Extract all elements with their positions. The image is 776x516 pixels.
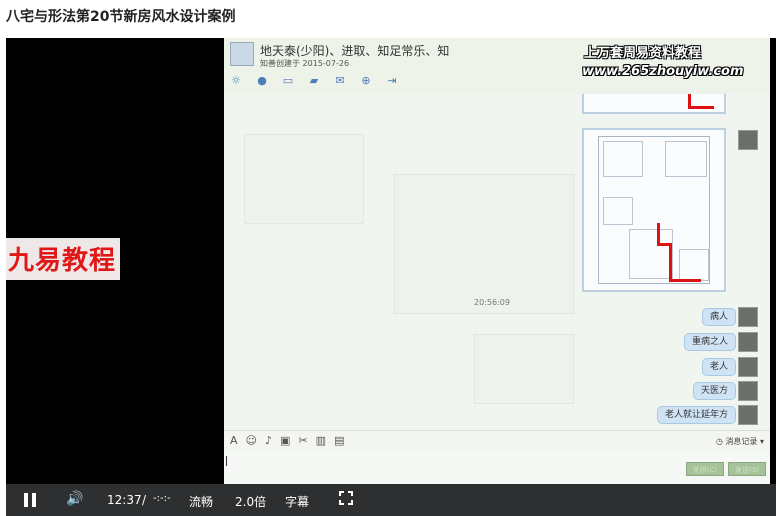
quality-button[interactable]: 流畅 bbox=[189, 493, 213, 510]
current-time: 12:37 bbox=[107, 493, 142, 507]
subtitles-button[interactable]: 字幕 bbox=[285, 493, 309, 510]
player-controls: 🔊 12:37 / -:-:- 流畅 2.0倍 字幕 bbox=[6, 484, 776, 516]
message-record-label: 消息记录 bbox=[725, 437, 758, 446]
chat-bubble: 老人就让延年方 bbox=[656, 406, 736, 424]
message-timestamp: 20:56:09 bbox=[474, 298, 510, 307]
video-letterbox-right bbox=[770, 38, 776, 516]
folder-icon: ▰ bbox=[309, 74, 319, 87]
time-separator: / bbox=[142, 493, 147, 507]
close-button: 关闭(C) bbox=[685, 462, 725, 476]
floorplan-image-top[interactable] bbox=[582, 94, 726, 114]
floorplan-room bbox=[679, 249, 709, 281]
screen-share-icon: ▭ bbox=[282, 74, 294, 87]
more-icon: ▤ bbox=[334, 434, 345, 447]
sender-avatar[interactable] bbox=[738, 381, 758, 401]
text-caret bbox=[226, 456, 227, 466]
chat-bubble: 老人 bbox=[701, 358, 736, 376]
chat-message-area: 20:56:09 病人 重病之人 老人 天医方 老人就让延年方 bbox=[224, 94, 770, 430]
floorplan-image[interactable] bbox=[582, 128, 726, 292]
message-input[interactable]: 关闭(C) 发送(S) bbox=[224, 452, 770, 484]
video-watermark-title: 上万套周易资料教程 bbox=[584, 46, 702, 61]
voice-icon: ♪ bbox=[265, 434, 273, 447]
group-avatar bbox=[230, 42, 254, 66]
page-title: 八宅与形法第20节新房风水设计案例 bbox=[6, 9, 236, 25]
video-watermark-url: www.265zhouyiw.com bbox=[582, 64, 744, 79]
chat-title: 地天泰(少阳)、进取、知足常乐、知 bbox=[260, 44, 450, 58]
floorplan-room bbox=[665, 141, 707, 177]
mail-icon: ✉ bbox=[335, 74, 345, 87]
pause-icon[interactable] bbox=[22, 493, 38, 507]
chat-bubble: 天医方 bbox=[692, 382, 736, 400]
chat-toolbar: ☼ ● ▭ ▰ ✉ ⊕ ⇥ bbox=[228, 72, 400, 90]
fullscreen-icon[interactable] bbox=[339, 491, 353, 505]
send-buttons: 关闭(C) 发送(S) bbox=[685, 462, 766, 476]
volume-icon[interactable]: 🔊 bbox=[66, 491, 83, 507]
add-app-icon: ⊕ bbox=[361, 74, 371, 87]
chat-bubble: 病人 bbox=[701, 308, 736, 326]
video-letterbox-left: 九易教程 bbox=[6, 38, 224, 516]
speed-button[interactable]: 2.0倍 bbox=[235, 493, 266, 510]
video-call-icon: ● bbox=[257, 74, 267, 87]
image-icon: ▣ bbox=[280, 434, 291, 447]
exit-group-icon: ⇥ bbox=[387, 74, 397, 87]
lightbulb-icon: ☼ bbox=[231, 74, 241, 87]
faded-floorplan-ghost bbox=[244, 134, 364, 224]
font-icon: A bbox=[230, 434, 238, 447]
video-frame[interactable]: 地天泰(少阳)、进取、知足常乐、知 知善创建于 2015-07-26 ☼ ● ▭… bbox=[224, 38, 770, 484]
sender-avatar[interactable] bbox=[738, 307, 758, 327]
faded-floorplan-ghost bbox=[394, 174, 574, 314]
emoji-icon: ☺ bbox=[245, 434, 257, 447]
chat-subtitle: 知善创建于 2015-07-26 bbox=[260, 59, 350, 68]
video-player[interactable]: 九易教程 地天泰(少阳)、进取、知足常乐、知 知善创建于 2015-07-26 … bbox=[6, 38, 776, 516]
floorplan-room bbox=[603, 197, 633, 225]
chat-header: 地天泰(少阳)、进取、知足常乐、知 知善创建于 2015-07-26 ☼ ● ▭… bbox=[224, 38, 770, 94]
input-tools: A ☺ ♪ ▣ ✂ ▥ ▤ bbox=[230, 434, 344, 447]
screenshot-icon: ✂ bbox=[298, 434, 308, 447]
floorplan-room bbox=[603, 141, 643, 177]
brand-text: 九易教程 bbox=[8, 246, 117, 276]
duration: -:-:- bbox=[153, 493, 171, 504]
sender-avatar[interactable] bbox=[738, 332, 758, 352]
sender-avatar[interactable] bbox=[738, 357, 758, 377]
brand-watermark: 九易教程 bbox=[6, 238, 121, 280]
floorplan-room bbox=[629, 229, 673, 279]
chat-bubble: 重病之人 bbox=[683, 333, 736, 351]
chart-icon: ▥ bbox=[315, 434, 327, 447]
floorplan-outline bbox=[598, 136, 710, 284]
sender-avatar[interactable] bbox=[738, 405, 758, 425]
message-record-link: ◷ 消息记录 ▾ bbox=[715, 437, 764, 446]
faded-floorplan-ghost bbox=[474, 334, 574, 404]
sender-avatar[interactable] bbox=[738, 130, 758, 150]
send-button: 发送(S) bbox=[728, 462, 766, 476]
input-toolbar: A ☺ ♪ ▣ ✂ ▥ ▤ ◷ 消息记录 ▾ bbox=[224, 430, 770, 452]
